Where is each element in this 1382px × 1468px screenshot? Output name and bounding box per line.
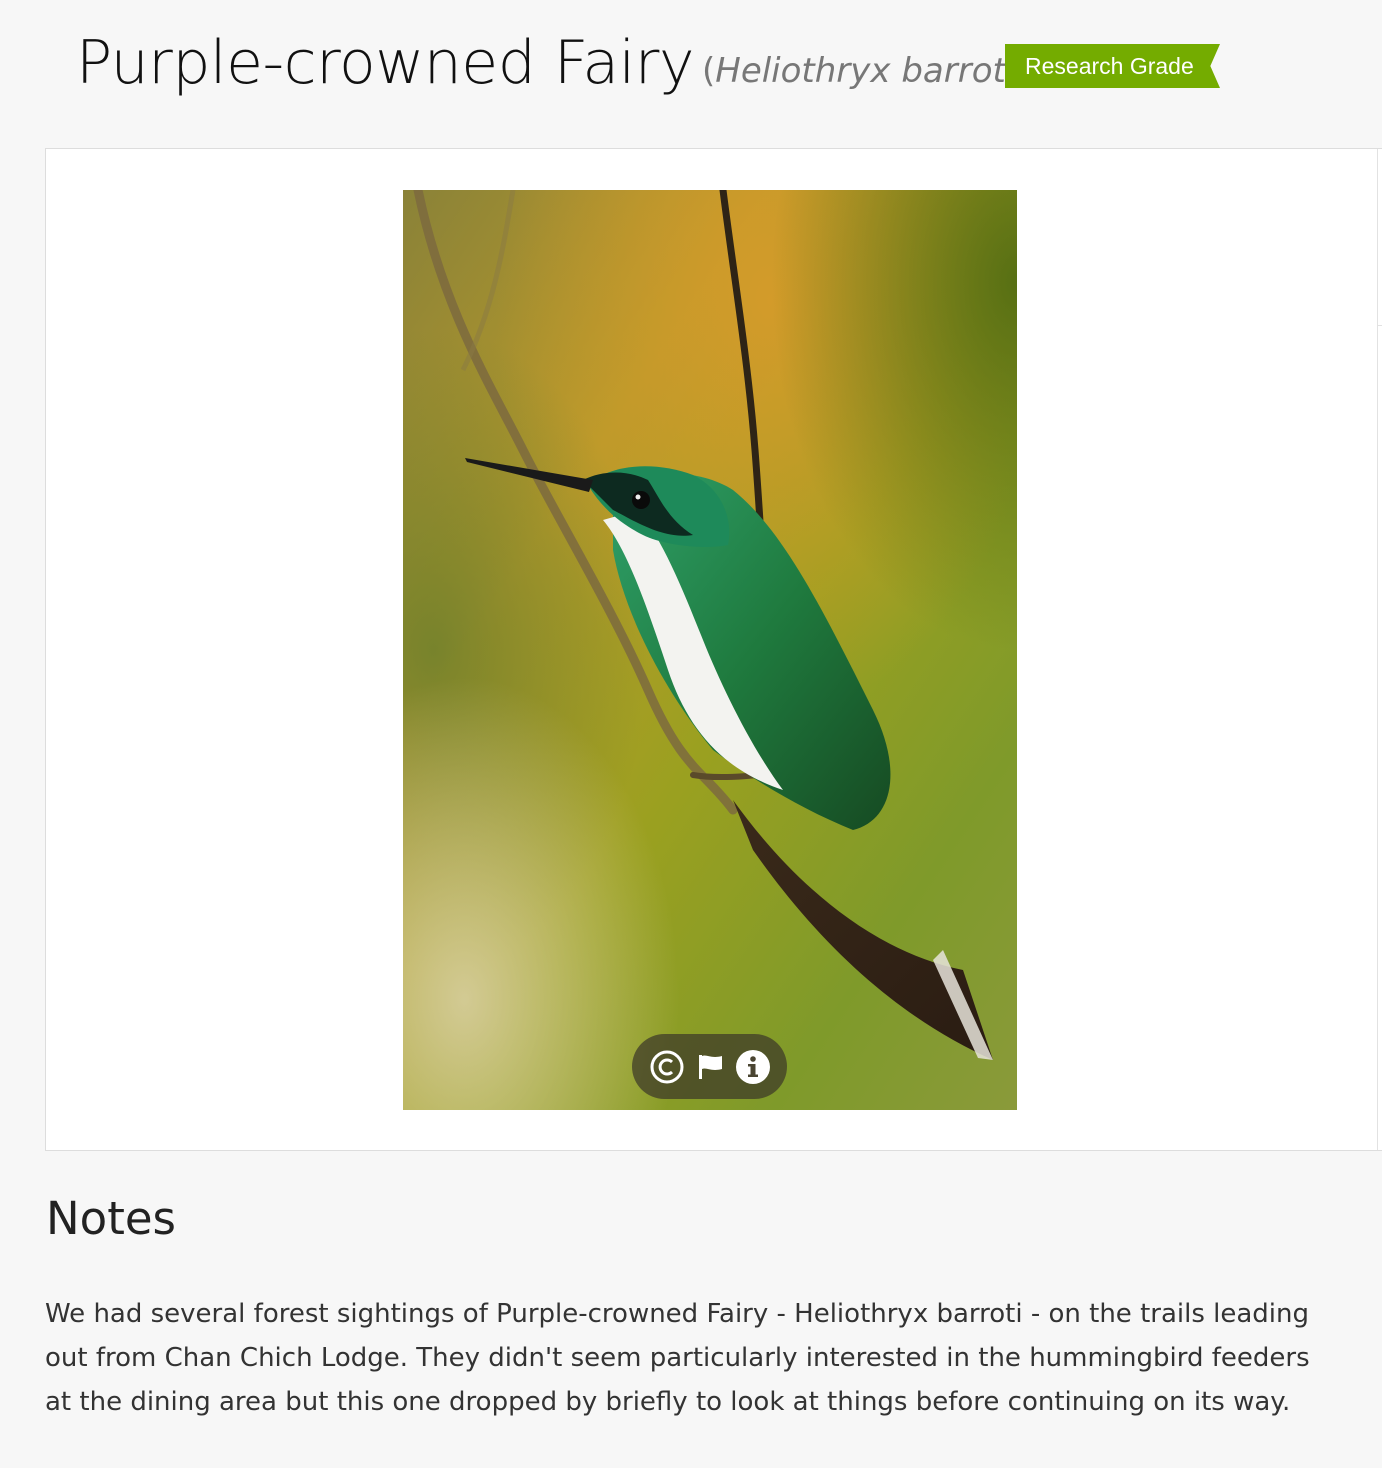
- notes-text: We had several forest sightings of Purpl…: [45, 1299, 1310, 1417]
- hummingbird-photo: [403, 190, 1017, 1110]
- panel-divider: [1377, 149, 1378, 1150]
- observation-photo[interactable]: [403, 190, 1017, 1110]
- photo-panel: [45, 148, 1382, 1151]
- copyright-icon[interactable]: [649, 1049, 685, 1085]
- common-name: Purple-crowned Fairy: [76, 28, 694, 98]
- info-icon[interactable]: [735, 1049, 771, 1085]
- scientific-name-wrapper: (Heliothryx barroti): [702, 54, 1029, 88]
- flag-icon[interactable]: [695, 1052, 725, 1082]
- paren-open: (: [701, 51, 716, 91]
- scientific-name[interactable]: Heliothryx barroti: [715, 51, 1015, 91]
- photo-controls: [632, 1034, 787, 1099]
- panel-divider-tick: [1378, 325, 1382, 326]
- notes-heading: Notes: [46, 1192, 176, 1245]
- observation-title: Purple-crowned Fairy (Heliothryx barroti…: [76, 18, 1029, 108]
- quality-grade-badge: Research Grade: [1005, 44, 1220, 88]
